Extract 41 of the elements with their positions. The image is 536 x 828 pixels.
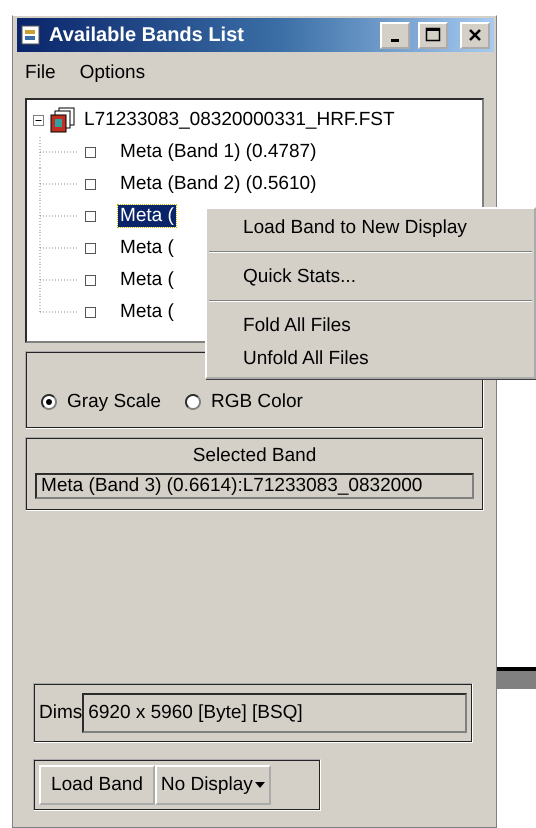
band-icon	[85, 306, 96, 318]
band-icon	[85, 146, 96, 158]
tree-item[interactable]: Meta (	[118, 301, 176, 323]
close-button[interactable]	[460, 22, 490, 48]
minimize-icon	[391, 38, 399, 42]
menu-item[interactable]: Fold All Files	[207, 309, 534, 342]
menu-item[interactable]: Quick Stats...	[207, 260, 534, 293]
menu-item[interactable]: Options	[80, 62, 146, 84]
radio-label: RGB Color	[210, 391, 303, 413]
tree-item[interactable]: Meta (Band 2) (0.5610)	[118, 173, 318, 195]
background-window-edge	[497, 667, 536, 689]
tree-item[interactable]: L71233083_08320000331_HRF.FST	[82, 109, 397, 131]
radio-button[interactable]	[41, 394, 57, 410]
close-icon	[468, 28, 482, 42]
file-stack-icon	[50, 107, 76, 133]
collapse-icon[interactable]	[33, 114, 44, 126]
menu-item[interactable]: Load Band to New Display	[207, 211, 534, 244]
tree-item[interactable]: Meta (	[118, 205, 176, 227]
dims-label: Dims	[39, 702, 82, 724]
radio-button[interactable]	[184, 394, 201, 410]
tree-item[interactable]: Meta (	[118, 269, 176, 291]
menu-item[interactable]: Unfold All Files	[207, 342, 534, 375]
app-icon	[21, 24, 41, 46]
radio-label: Gray Scale	[67, 391, 161, 413]
band-icon	[85, 242, 96, 254]
menu-item[interactable]: File	[25, 62, 56, 84]
minimize-button[interactable]	[380, 22, 410, 48]
tree-item[interactable]: Meta (Band 1) (0.4787)	[118, 141, 318, 163]
tree-item[interactable]: Meta (	[118, 237, 176, 259]
band-icon	[85, 274, 96, 286]
window-title: Available Bands List	[49, 24, 245, 46]
band-icon	[85, 210, 96, 222]
caret-icon	[254, 782, 265, 788]
maximize-button[interactable]	[418, 22, 448, 48]
maximize-icon	[425, 27, 441, 43]
dims-field[interactable]: 6920 x 5960 [Byte] [BSQ]	[82, 693, 467, 733]
selected-band-field[interactable]: Meta (Band 3) (0.6614):L71233083_0832000	[35, 473, 474, 499]
group-title: Selected Band	[192, 445, 318, 467]
display-dropdown[interactable]: No Display	[154, 765, 271, 805]
band-icon	[85, 178, 96, 190]
load-band-button[interactable]: Load Band	[39, 765, 155, 805]
